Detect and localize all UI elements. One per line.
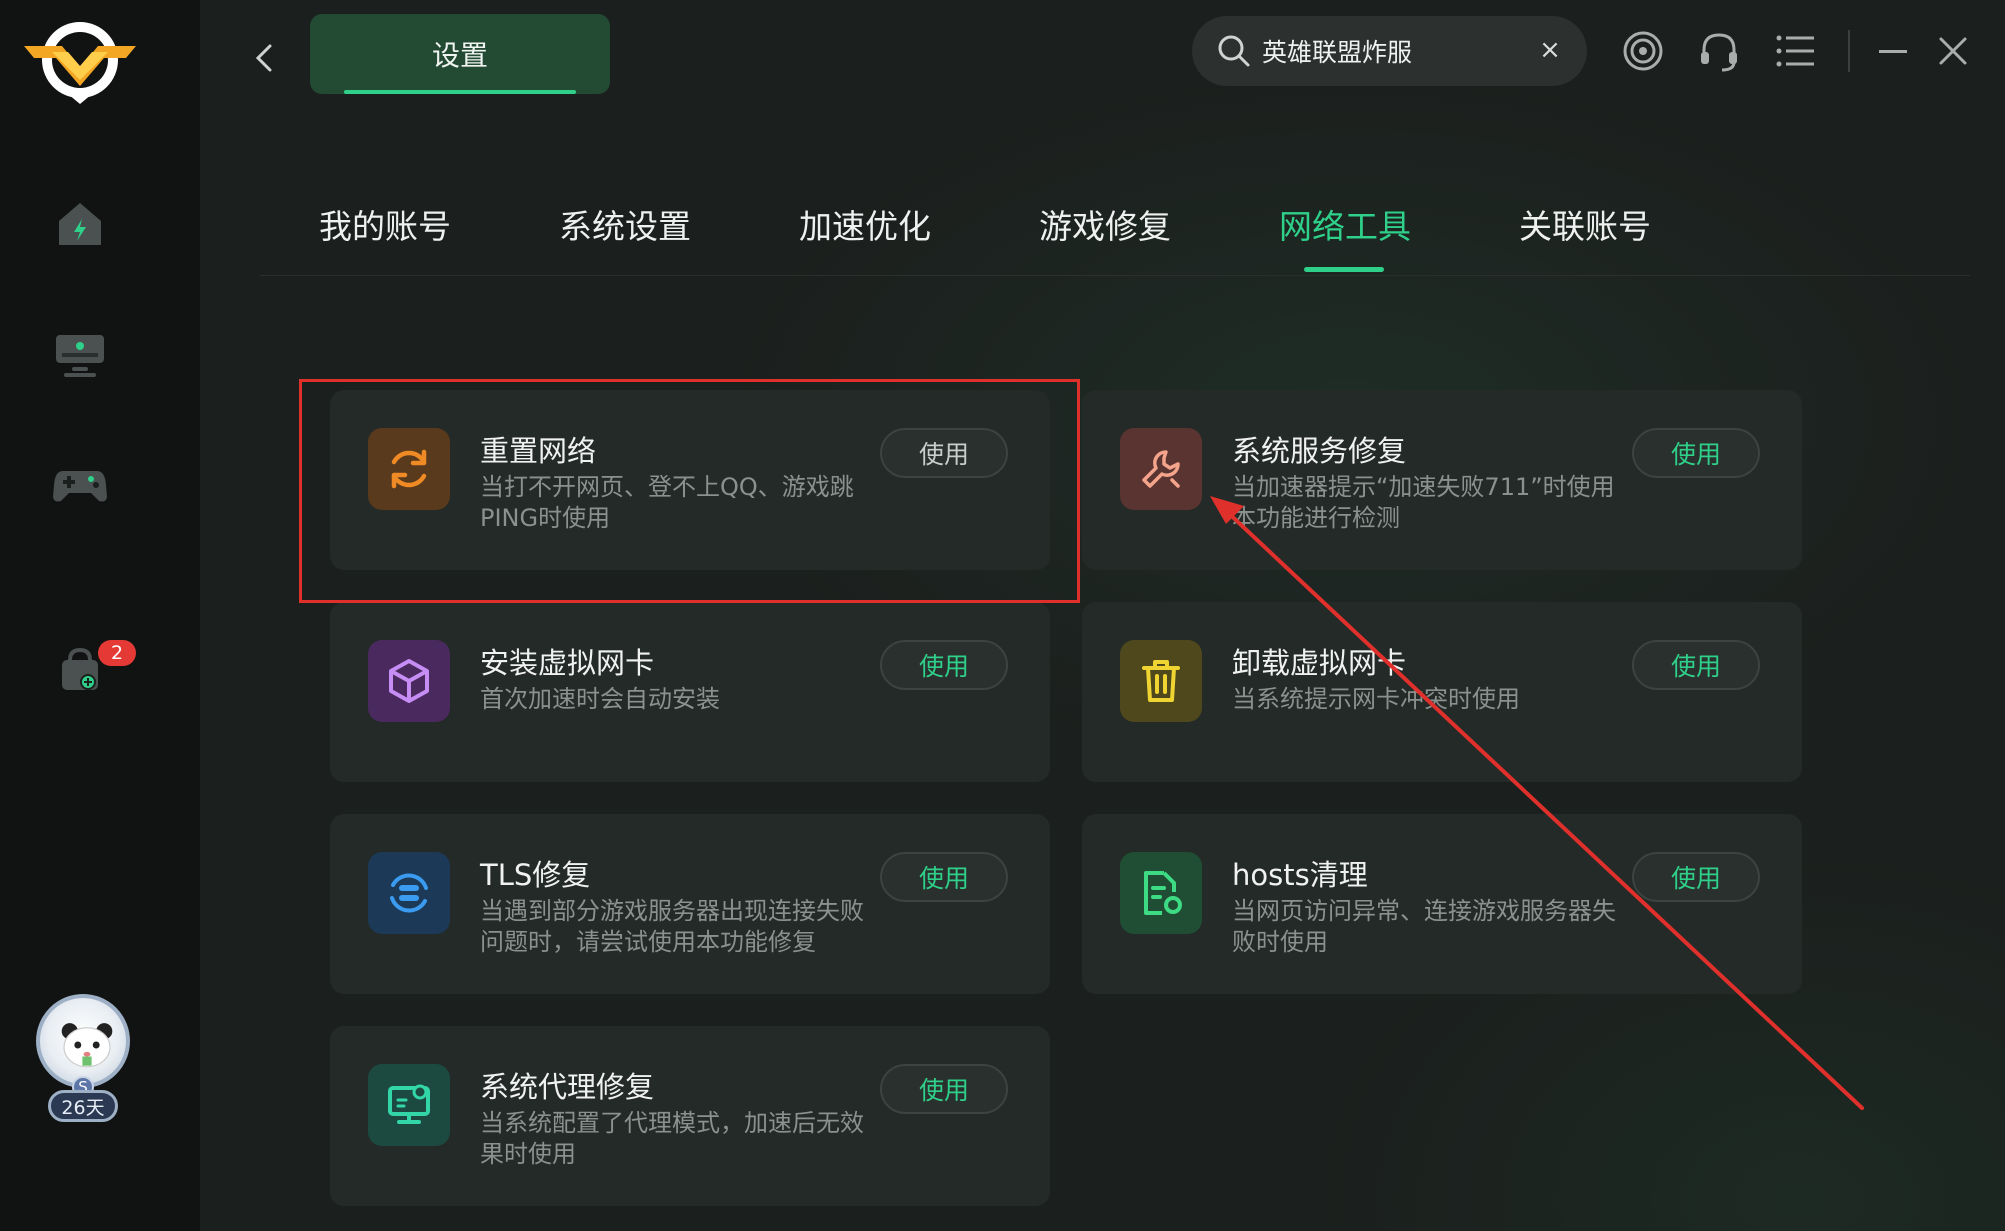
tool-desc: 当系统配置了代理模式，加速后无效果时使用 (480, 1109, 864, 1168)
active-tab-indicator (1304, 267, 1384, 272)
tool-desc: 当加速器提示“加速失败711”时使用本功能进行检测 (1232, 473, 1615, 532)
close-icon[interactable] (1930, 28, 1976, 74)
tab-network-tools[interactable]: 网络工具 (1279, 194, 1411, 254)
tab-acceleration[interactable]: 加速优化 (799, 194, 931, 254)
target-icon[interactable] (1620, 28, 1666, 74)
vip-days: 26天 (48, 1090, 118, 1122)
tool-desc: 当打不开网页、登不上QQ、游戏跳PING时使用 (480, 473, 854, 532)
refresh-icon (368, 428, 450, 510)
tool-title: 安装虚拟网卡 (480, 646, 655, 680)
tool-card-tls-repair: TLS修复 当遇到部分游戏服务器出现连接失败问题时，请尝试使用本功能修复 使用 (330, 814, 1050, 994)
sidebar: 2 S 26天 (0, 0, 200, 1231)
gamepad-icon[interactable] (50, 455, 110, 515)
tool-title: TLS修复 (480, 858, 591, 892)
page-title-tab[interactable]: 设置 (310, 14, 610, 94)
trash-icon (1120, 640, 1202, 722)
tabs-divider (260, 275, 1970, 276)
back-icon[interactable] (250, 38, 280, 78)
tool-desc: 当系统提示网卡冲突时使用 (1232, 685, 1520, 713)
use-button-uninstall-virtual-nic[interactable]: 使用 (1632, 640, 1760, 690)
user-avatar[interactable]: S 26天 (28, 990, 138, 1130)
tool-desc: 当网页访问异常、连接游戏服务器失败时使用 (1232, 897, 1616, 956)
use-button-system-service-repair[interactable]: 使用 (1632, 428, 1760, 478)
home-lightning-icon[interactable] (50, 194, 110, 254)
title-underline (344, 90, 576, 94)
panda-face-icon (61, 1023, 113, 1068)
tool-title: hosts清理 (1232, 858, 1368, 892)
tool-desc: 当遇到部分游戏服务器出现连接失败问题时，请尝试使用本功能修复 (480, 897, 864, 956)
clear-search-icon[interactable]: × (1538, 37, 1562, 63)
tool-card-uninstall-virtual-nic: 卸载虚拟网卡 当系统提示网卡冲突时使用 使用 (1082, 602, 1802, 782)
tool-desc: 首次加速时会自动安装 (480, 685, 720, 713)
monitor-fix-icon (368, 1064, 450, 1146)
notification-badge: 2 (98, 640, 136, 666)
wrench-icon (1120, 428, 1202, 510)
use-button-proxy-repair[interactable]: 使用 (880, 1064, 1008, 1114)
use-button-reset-network[interactable]: 使用 (880, 428, 1008, 478)
tool-card-hosts-clean: hosts清理 当网页访问异常、连接游戏服务器失败时使用 使用 (1082, 814, 1802, 994)
headset-icon[interactable] (1696, 28, 1742, 74)
use-button-tls-repair[interactable]: 使用 (880, 852, 1008, 902)
menu-list-icon[interactable] (1772, 28, 1818, 74)
tool-title: 系统代理修复 (480, 1070, 655, 1104)
search-input[interactable] (1262, 30, 1522, 72)
tab-system-settings[interactable]: 系统设置 (559, 194, 691, 254)
use-button-hosts-clean[interactable]: 使用 (1632, 852, 1760, 902)
search-icon (1218, 35, 1250, 67)
tool-title: 系统服务修复 (1232, 434, 1407, 468)
toolbar-divider (1848, 30, 1850, 72)
tool-card-reset-network: 重置网络 当打不开网页、登不上QQ、游戏跳PING时使用 使用 (330, 390, 1050, 570)
file-clean-icon (1120, 852, 1202, 934)
tool-card-install-virtual-nic: 安装虚拟网卡 首次加速时会自动安装 使用 (330, 602, 1050, 782)
app-logo (24, 22, 136, 104)
tool-card-proxy-repair: 系统代理修复 当系统配置了代理模式，加速后无效果时使用 使用 (330, 1026, 1050, 1206)
tool-title: 重置网络 (480, 434, 597, 468)
page-title: 设置 (431, 39, 488, 72)
tab-linked-accounts[interactable]: 关联账号 (1519, 194, 1651, 254)
server-sync-icon (368, 852, 450, 934)
search-box[interactable] (1192, 16, 1587, 86)
monitor-icon[interactable] (50, 325, 110, 385)
tool-title: 卸载虚拟网卡 (1232, 646, 1407, 680)
tab-my-account[interactable]: 我的账号 (319, 194, 451, 254)
use-button-install-virtual-nic[interactable]: 使用 (880, 640, 1008, 690)
tool-card-system-service-repair: 系统服务修复 当加速器提示“加速失败711”时使用本功能进行检测 使用 (1082, 390, 1802, 570)
avatar (36, 994, 130, 1088)
minimize-icon[interactable] (1870, 28, 1916, 74)
tab-game-repair[interactable]: 游戏修复 (1039, 194, 1171, 254)
cube-icon (368, 640, 450, 722)
